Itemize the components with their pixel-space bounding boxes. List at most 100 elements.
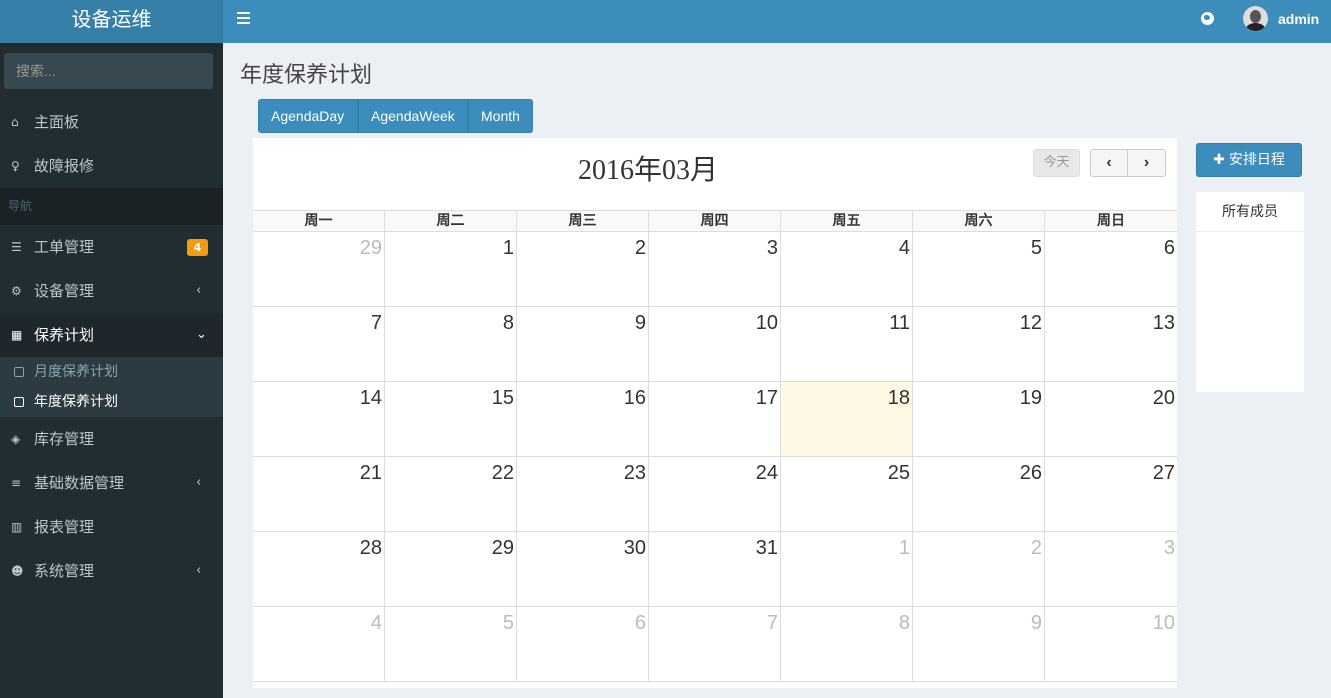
calendar-day[interactable]: 8	[781, 607, 913, 681]
calendar-day[interactable]: 28	[253, 532, 385, 606]
sidebar-item-label: 工单管理	[34, 238, 95, 256]
calendar-day[interactable]: 4	[253, 607, 385, 681]
calendar-day[interactable]: 21	[253, 457, 385, 531]
square-icon	[14, 397, 24, 407]
search-input[interactable]: 搜索...	[4, 53, 213, 89]
calendar-day[interactable]: 16	[517, 382, 649, 456]
calendar-day[interactable]: 17	[649, 382, 781, 456]
sidebar-item-inventory[interactable]: ◈ 库存管理	[0, 417, 223, 461]
calendar-icon: ▦	[11, 328, 23, 342]
calendar-grid: 29 1 2 3 4 5 6 7 8 9 10 11 12 13 14 15 1…	[253, 232, 1177, 682]
calendar-day[interactable]: 23	[517, 457, 649, 531]
calendar-day[interactable]: 25	[781, 457, 913, 531]
sidebar-item-devices[interactable]: ⚙ 设备管理 ‹	[0, 269, 223, 313]
calendar-day[interactable]: 27	[1045, 457, 1177, 531]
calendar-day[interactable]: 6	[1045, 232, 1177, 306]
calendar-day[interactable]: 1	[385, 232, 517, 306]
weekday-label: 周四	[649, 211, 781, 231]
calendar: 2016年03月 今天 ‹ › 周一 周二 周三 周四 周五 周六 周日 29 …	[253, 138, 1177, 688]
sidebar-subitem-label: 年度保养计划	[34, 394, 118, 410]
chevron-left-icon: ‹	[196, 475, 202, 490]
calendar-day[interactable]: 8	[385, 307, 517, 381]
calendar-day[interactable]: 24	[649, 457, 781, 531]
next-month-button[interactable]: ›	[1128, 149, 1166, 177]
calendar-day[interactable]: 2	[913, 532, 1045, 606]
calendar-week: 21 22 23 24 25 26 27	[253, 457, 1177, 532]
calendar-day-today[interactable]: 18	[781, 382, 913, 456]
calendar-day[interactable]: 5	[913, 232, 1045, 306]
calendar-day[interactable]: 7	[649, 607, 781, 681]
agenda-day-button[interactable]: AgendaDay	[258, 99, 358, 133]
calendar-day[interactable]: 15	[385, 382, 517, 456]
menu-toggle-icon[interactable]	[237, 12, 250, 26]
home-icon: ⌂	[11, 115, 19, 129]
sidebar: 搜索... ⌂ 主面板 ♀ 故障报修 导航 ☰ 工单管理 4 ⚙ 设备管理 ‹ …	[0, 43, 223, 698]
calendar-day[interactable]: 29	[385, 532, 517, 606]
calendar-day[interactable]: 26	[913, 457, 1045, 531]
calendar-day[interactable]: 19	[913, 382, 1045, 456]
calendar-day[interactable]: 13	[1045, 307, 1177, 381]
sidebar-subitem-monthly[interactable]: 月度保养计划	[0, 357, 223, 387]
calendar-day[interactable]: 20	[1045, 382, 1177, 456]
calendar-day[interactable]: 9	[517, 307, 649, 381]
list-icon: ☰	[11, 240, 22, 254]
chevron-down-icon: ⌄	[196, 327, 207, 342]
calendar-day[interactable]: 7	[253, 307, 385, 381]
sidebar-item-system[interactable]: ☻ 系统管理 ‹	[0, 549, 223, 593]
sidebar-item-dashboard[interactable]: ⌂ 主面板	[0, 100, 223, 144]
calendar-day[interactable]: 10	[1045, 607, 1177, 681]
sidebar-item-label: 设备管理	[34, 282, 95, 300]
sidebar-item-reports[interactable]: ▥ 报表管理	[0, 505, 223, 549]
lightbulb-icon: ♀	[11, 159, 20, 173]
sidebar-item-workorders[interactable]: ☰ 工单管理 4	[0, 225, 223, 269]
calendar-day[interactable]: 3	[1045, 532, 1177, 606]
sidebar-item-label: 基础数据管理	[34, 474, 125, 492]
weekday-header: 周一 周二 周三 周四 周五 周六 周日	[253, 210, 1177, 232]
today-button[interactable]: 今天	[1033, 149, 1080, 177]
weekday-label: 周六	[913, 211, 1045, 231]
members-panel: 所有成员	[1196, 192, 1304, 392]
username[interactable]: admin	[1278, 11, 1319, 27]
sidebar-item-label: 报表管理	[34, 518, 95, 536]
globe-icon[interactable]	[1201, 12, 1214, 25]
sidebar-item-maintenance[interactable]: ▦ 保养计划 ⌄	[0, 313, 223, 357]
sidebar-item-repair[interactable]: ♀ 故障报修	[0, 144, 223, 188]
sidebar-item-label: 库存管理	[34, 430, 95, 448]
weekday-label: 周日	[1097, 213, 1125, 229]
avatar[interactable]	[1243, 6, 1268, 31]
sidebar-subitem-yearly[interactable]: 年度保养计划	[0, 387, 223, 417]
calendar-day[interactable]: 14	[253, 382, 385, 456]
agenda-week-button[interactable]: AgendaWeek	[358, 99, 468, 133]
app-logo[interactable]: 设备运维	[0, 0, 223, 43]
calendar-day[interactable]: 10	[649, 307, 781, 381]
month-button[interactable]: Month	[468, 99, 533, 133]
chevron-left-icon: ‹	[196, 563, 202, 578]
calendar-day[interactable]: 4	[781, 232, 913, 306]
page-title: 年度保养计划	[240, 63, 373, 88]
calendar-day[interactable]: 5	[385, 607, 517, 681]
calendar-day[interactable]: 2	[517, 232, 649, 306]
sidebar-subitem-label: 月度保养计划	[34, 364, 118, 380]
gears-icon: ⚙	[11, 284, 22, 298]
calendar-nav: ‹ ›	[1090, 149, 1166, 177]
calendar-day[interactable]: 22	[385, 457, 517, 531]
cube-icon: ◈	[11, 432, 21, 446]
calendar-week: 28 29 30 31 1 2 3	[253, 532, 1177, 607]
sidebar-header: 导航	[0, 188, 223, 225]
calendar-day[interactable]: 6	[517, 607, 649, 681]
calendar-day[interactable]: 30	[517, 532, 649, 606]
calendar-day[interactable]: 12	[913, 307, 1045, 381]
prev-month-button[interactable]: ‹	[1090, 149, 1128, 177]
calendar-week: 14 15 16 17 18 19 20	[253, 382, 1177, 457]
calendar-day[interactable]: 29	[253, 232, 385, 306]
weekday-label: 周二	[385, 211, 517, 231]
calendar-day[interactable]: 9	[913, 607, 1045, 681]
weekday-label: 周三	[517, 211, 649, 231]
calendar-day[interactable]: 31	[649, 532, 781, 606]
calendar-day[interactable]: 3	[649, 232, 781, 306]
sidebar-item-basedata[interactable]: ≡ 基础数据管理 ‹	[0, 461, 223, 505]
sidebar-item-label: 故障报修	[34, 157, 95, 175]
calendar-day[interactable]: 1	[781, 532, 913, 606]
calendar-day[interactable]: 11	[781, 307, 913, 381]
add-schedule-button[interactable]: ✚ 安排日程	[1196, 143, 1302, 177]
